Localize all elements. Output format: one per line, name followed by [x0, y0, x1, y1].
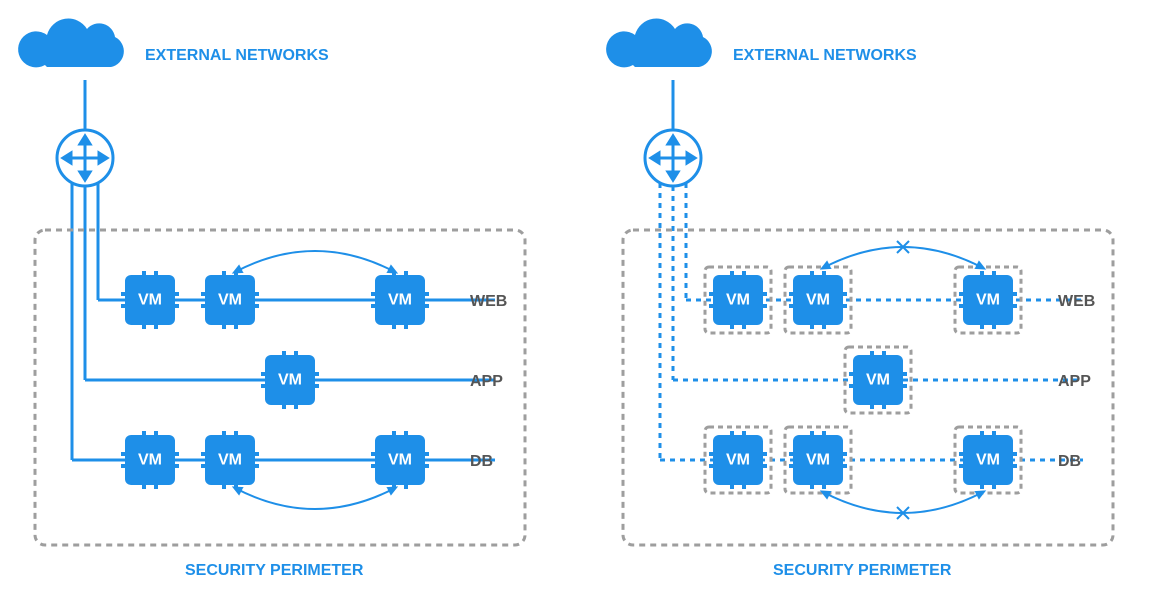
- vm-segment-web-3: VM: [955, 267, 1021, 333]
- left-diagram: EXTERNAL NETWORKS VM VM VM WEB VM APP VM: [18, 19, 525, 579]
- db-tier-label: DB: [470, 453, 493, 470]
- vm-label: VM: [976, 452, 1000, 469]
- db-tier-label: DB: [1058, 453, 1081, 470]
- router-icon: [645, 130, 701, 186]
- vm-label: VM: [218, 452, 242, 469]
- vm-segment-web-1: VM: [705, 267, 771, 333]
- lateral-arc-web: [235, 251, 395, 272]
- vm-label: VM: [218, 292, 242, 309]
- cloud-icon: [606, 19, 712, 68]
- lateral-arc-web: [823, 247, 983, 268]
- vm-label: VM: [726, 452, 750, 469]
- security-perimeter-label: SECURITY PERIMETER: [773, 562, 952, 579]
- vm-label: VM: [278, 372, 302, 389]
- security-perimeter-label: SECURITY PERIMETER: [185, 562, 364, 579]
- vm-label: VM: [138, 292, 162, 309]
- external-networks-label: EXTERNAL NETWORKS: [733, 47, 917, 64]
- web-tier-label: WEB: [470, 293, 507, 310]
- vm-label: VM: [866, 372, 890, 389]
- right-diagram: EXTERNAL NETWORKS VM VM VM WEB: [606, 19, 1113, 579]
- vm-segment-db-1: VM: [705, 427, 771, 493]
- web-tier-label: WEB: [1058, 293, 1095, 310]
- lateral-arc-db: [235, 488, 395, 509]
- vm-segment-web-2: VM: [785, 267, 851, 333]
- app-tier-label: APP: [1058, 373, 1091, 390]
- app-tier-label: APP: [470, 373, 503, 390]
- vm-label: VM: [726, 292, 750, 309]
- lateral-arc-db: [823, 492, 983, 513]
- router-icon: [57, 130, 113, 186]
- vm-segment-db-2: VM: [785, 427, 851, 493]
- external-networks-label: EXTERNAL NETWORKS: [145, 47, 329, 64]
- vm-segment-app-1: VM: [845, 347, 911, 413]
- vm-label: VM: [806, 292, 830, 309]
- vm-label: VM: [388, 452, 412, 469]
- vm-label: VM: [806, 452, 830, 469]
- cloud-icon: [18, 19, 124, 68]
- vm-segment-db-3: VM: [955, 427, 1021, 493]
- vm-label: VM: [138, 452, 162, 469]
- vm-label: VM: [388, 292, 412, 309]
- vm-label: VM: [976, 292, 1000, 309]
